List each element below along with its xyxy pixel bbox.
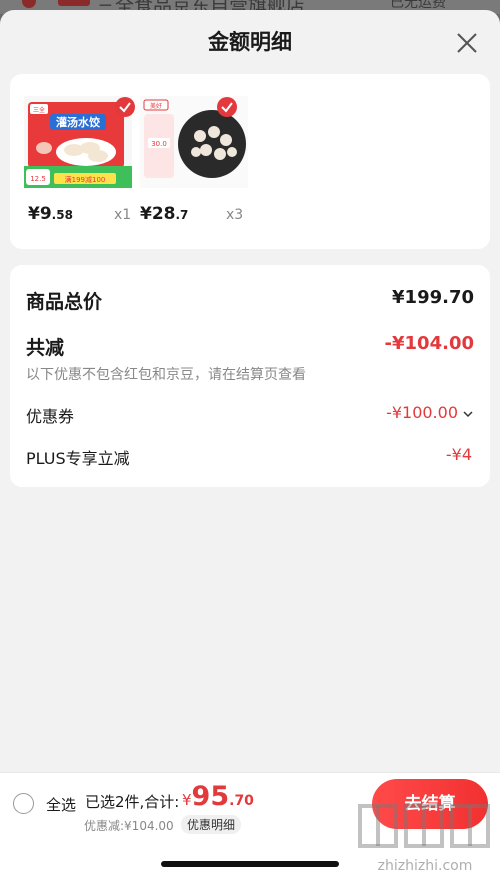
total-reduction-label: 共减 (26, 337, 65, 359)
discount-detail-button[interactable]: 优惠明细 (181, 815, 242, 834)
home-indicator (161, 861, 339, 867)
svg-text:满199减100: 满199减100 (65, 175, 106, 184)
products-card: 三全 灌汤水饺 12.5 满199减100 ¥9.58 x1 美好 30.0 ¥… (10, 74, 490, 249)
svg-text:灌汤水饺: 灌汤水饺 (56, 115, 101, 129)
total-reduction-value: -¥104.00 (384, 333, 474, 354)
plus-discount-label: PLUS专享立减 (26, 449, 130, 468)
total-amount: ¥95.70 (182, 781, 254, 812)
plus-discount-value: -¥4 (445, 445, 472, 464)
product-item[interactable]: 三全 灌汤水饺 12.5 满199减100 ¥9.58 x1 (24, 96, 144, 236)
selected-check-icon[interactable] (114, 96, 136, 118)
svg-text:美好: 美好 (150, 102, 162, 110)
product-quantity: x1 (114, 207, 132, 223)
product-quantity: x3 (226, 207, 244, 223)
chevron-down-icon[interactable] (462, 408, 474, 420)
total-price-label: 商品总价 (26, 291, 103, 313)
svg-text:12.5: 12.5 (30, 175, 46, 183)
discount-amount: 优惠减:¥104.00 (84, 819, 174, 833)
svg-text:zhizhizhi.com: zhizhizhi.com (378, 858, 473, 874)
close-icon (457, 33, 477, 53)
product-price: ¥28.7 (140, 204, 189, 224)
select-all-label[interactable]: 全选 (46, 794, 76, 815)
svg-text:30.0: 30.0 (151, 140, 167, 148)
select-all-radio[interactable] (13, 793, 34, 814)
selected-check-icon[interactable] (216, 96, 238, 118)
sheet-title: 金额明细 (208, 30, 292, 54)
price-breakdown-card: 商品总价 ¥199.70 共减 -¥104.00 以下优惠不包含红包和京豆，请在… (10, 265, 490, 487)
svg-text:三全: 三全 (33, 106, 45, 114)
product-item[interactable]: 美好 30.0 ¥28.7 x3 (140, 96, 260, 236)
product-price: ¥9.58 (28, 204, 73, 224)
total-price-value: ¥199.70 (392, 287, 474, 308)
background-icon (22, 0, 36, 8)
coupon-label: 优惠券 (26, 407, 75, 426)
discount-note: 以下优惠不包含红包和京豆，请在结算页查看 (26, 367, 306, 383)
close-button[interactable] (454, 30, 480, 56)
coupon-value: -¥100.00 (386, 403, 474, 422)
background-badge (58, 0, 90, 6)
price-detail-sheet: 金额明细 三全 灌汤水饺 12.5 满199减100 ¥9.58 x1 美好 3… (0, 10, 500, 877)
selected-summary: 已选2件,合计: (85, 793, 180, 811)
watermark-logo: zhizhizhi.com (358, 804, 490, 874)
